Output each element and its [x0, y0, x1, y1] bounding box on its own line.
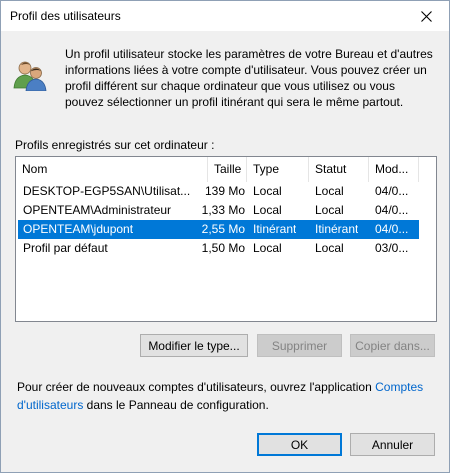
row-size: 1,33 Mo — [201, 203, 245, 217]
row-size: 2,55 Mo — [201, 222, 245, 236]
row-size: 139 Mo — [204, 184, 245, 198]
title-bar[interactable]: Profil des utilisateurs — [1, 1, 449, 31]
footer-text-before: Pour créer de nouveaux comptes d'utilisa… — [17, 380, 376, 394]
row-type: Local — [253, 184, 282, 198]
row-modified: 04/0... — [375, 203, 409, 217]
row-type: Local — [253, 241, 282, 255]
column-header-modified[interactable]: Mod... — [369, 157, 419, 182]
column-header-size[interactable]: Taille — [208, 157, 247, 182]
users-icon — [13, 61, 47, 91]
close-icon — [421, 10, 432, 22]
table-row[interactable]: DESKTOP-EGP5SAN\Utilisat... 139 Mo Local… — [18, 182, 419, 201]
row-type: Itinérant — [253, 222, 297, 236]
column-header-name[interactable]: Nom — [16, 157, 208, 182]
row-name: Profil par défaut — [23, 241, 108, 255]
profiles-list-label: Profils enregistrés sur cet ordinateur : — [15, 138, 215, 152]
ok-button[interactable]: OK — [257, 433, 342, 456]
row-status: Itinérant — [315, 222, 359, 236]
row-modified: 03/0... — [375, 241, 409, 255]
copy-to-button[interactable]: Copier dans... — [350, 334, 435, 357]
row-name: DESKTOP-EGP5SAN\Utilisat... — [23, 184, 191, 198]
row-status: Local — [315, 184, 344, 198]
change-type-button[interactable]: Modifier le type... — [140, 334, 248, 357]
row-modified: 04/0... — [375, 222, 409, 236]
description-text: Un profil utilisateur stocke les paramèt… — [65, 47, 433, 109]
list-header: Nom Taille Type Statut Mod... — [16, 157, 436, 182]
table-row-selected[interactable]: OPENTEAM\jdupont 2,55 Mo Itinérant Itiné… — [18, 220, 419, 239]
close-button[interactable] — [404, 1, 449, 31]
window-title: Profil des utilisateurs — [10, 9, 121, 23]
cancel-button[interactable]: Annuler — [350, 433, 435, 456]
row-modified: 04/0... — [375, 184, 409, 198]
footer-text: Pour créer de nouveaux comptes d'utilisa… — [17, 378, 437, 414]
table-row[interactable]: Profil par défaut 1,50 Mo Local Local 03… — [18, 239, 419, 258]
table-row[interactable]: OPENTEAM\Administrateur 1,33 Mo Local Lo… — [18, 201, 419, 220]
profiles-list[interactable]: Nom Taille Type Statut Mod... DESKTOP-EG… — [15, 156, 437, 322]
column-header-type[interactable]: Type — [247, 157, 309, 182]
row-type: Local — [253, 203, 282, 217]
row-size: 1,50 Mo — [201, 241, 245, 255]
row-name: OPENTEAM\jdupont — [23, 222, 134, 236]
row-status: Local — [315, 203, 344, 217]
delete-button[interactable]: Supprimer — [257, 334, 342, 357]
user-profiles-dialog: Profil des utilisateurs Un profil utilis… — [0, 0, 450, 473]
column-header-status[interactable]: Statut — [309, 157, 369, 182]
row-name: OPENTEAM\Administrateur — [23, 203, 172, 217]
row-status: Local — [315, 241, 344, 255]
footer-text-after: dans le Panneau de configuration. — [83, 398, 269, 412]
